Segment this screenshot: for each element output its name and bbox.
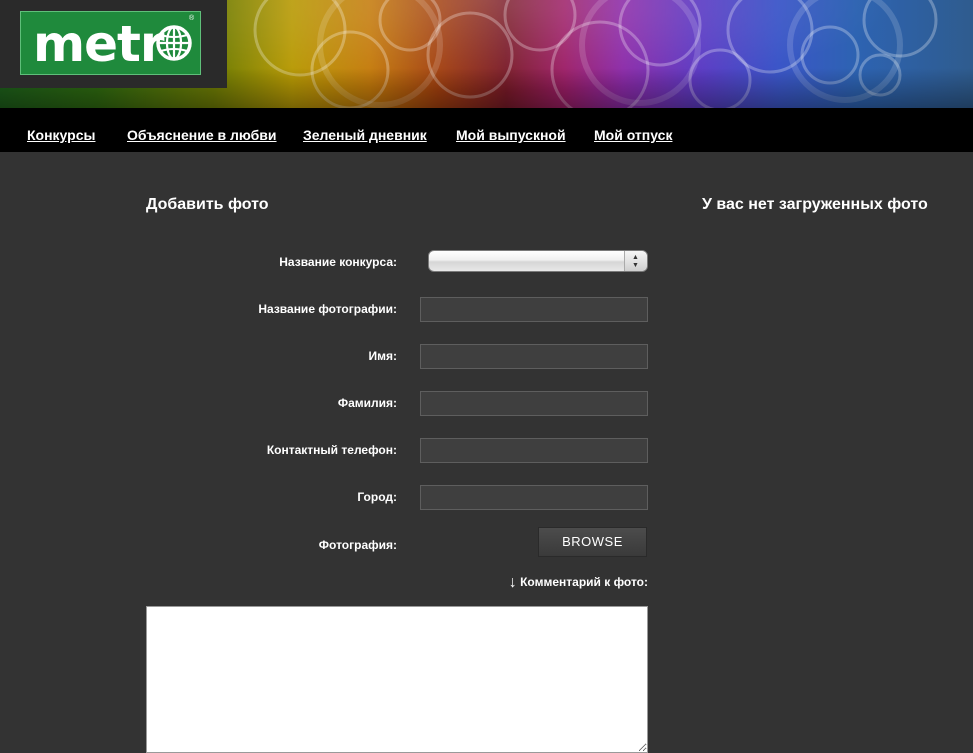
comment-textarea[interactable] [146, 606, 648, 753]
photo-title-input[interactable] [420, 297, 648, 322]
add-photo-title: Добавить фото [146, 196, 269, 213]
nav-item-contests[interactable]: Конкурсы [27, 127, 95, 143]
nav-item-my-vacation[interactable]: Мой отпуск [594, 127, 672, 143]
phone-input[interactable] [420, 438, 648, 463]
first-name-input[interactable] [420, 344, 648, 369]
no-photos-message: У вас нет загруженных фото [702, 196, 928, 213]
city-input[interactable] [420, 485, 648, 510]
first-name-label: Имя: [368, 349, 398, 363]
up-down-arrows-icon: ▲ ▼ [624, 251, 647, 271]
main-nav: Конкурсы Объяснение в любви Зеленый днев… [0, 108, 973, 152]
comment-label: ↓ Комментарий к фото: [509, 574, 648, 592]
city-label: Город: [357, 490, 397, 504]
photo-label: Фотография: [318, 538, 397, 552]
browse-button[interactable]: BROWSE [538, 527, 647, 557]
last-name-label: Фамилия: [337, 396, 397, 410]
nav-item-green-diary[interactable]: Зеленый дневник [303, 127, 427, 143]
metro-logo[interactable]: metr ® [20, 11, 201, 75]
last-name-input[interactable] [420, 391, 648, 416]
logo-text: metr [33, 15, 165, 73]
comment-label-text: Комментарий к фото: [520, 575, 648, 589]
photo-title-label: Название фотографии: [258, 302, 397, 316]
registered-mark: ® [189, 15, 195, 22]
down-arrow-icon: ↓ [508, 574, 517, 591]
logo-container: metr ® [0, 0, 227, 88]
contest-select[interactable]: ▲ ▼ [428, 250, 648, 272]
header-banner: metr ® [0, 0, 973, 108]
nav-item-love-declaration[interactable]: Объяснение в любви [127, 127, 277, 143]
globe-icon [156, 25, 192, 61]
contest-label: Название конкурса: [279, 255, 397, 269]
nav-item-my-graduation[interactable]: Мой выпускной [456, 127, 566, 143]
phone-label: Контактный телефон: [266, 443, 397, 457]
